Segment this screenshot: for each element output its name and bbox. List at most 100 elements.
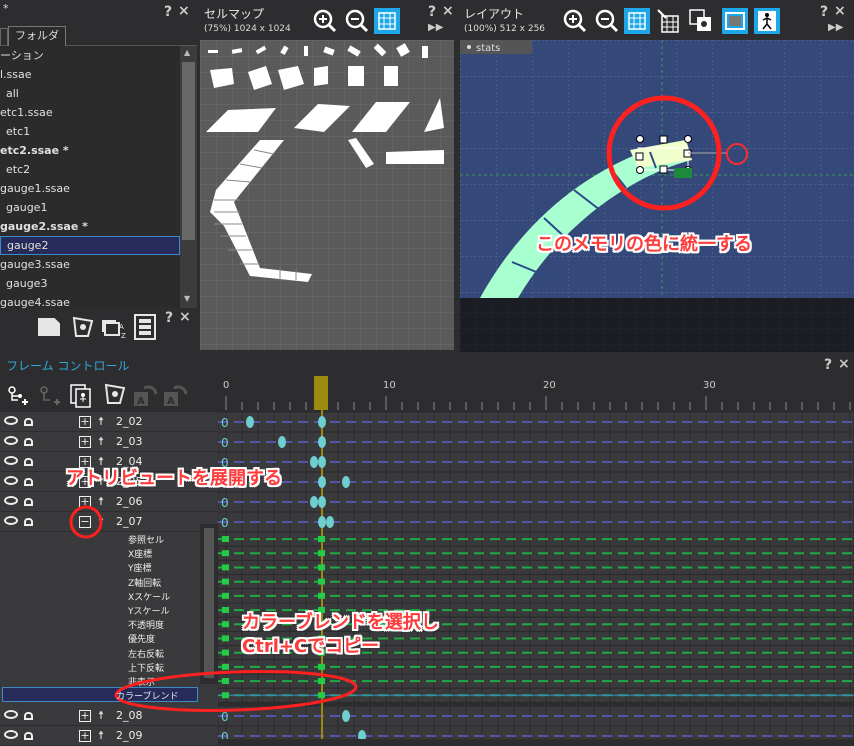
eye-icon[interactable] <box>4 710 18 719</box>
track-row[interactable]: + ☨ 2_06 <box>0 492 218 512</box>
layout-grid-toggle[interactable] <box>624 8 650 34</box>
project-item[interactable]: etc1 <box>0 122 180 141</box>
tab-previous[interactable] <box>0 28 8 46</box>
scroll-up-icon[interactable]: ▲ <box>184 48 190 57</box>
add-ssae-icon[interactable] <box>70 314 96 340</box>
bounds-icon[interactable] <box>688 8 714 34</box>
attribute-row[interactable]: Z軸回転 <box>0 574 218 589</box>
layout-close-icon[interactable]: × <box>834 3 846 19</box>
project-scrollbar[interactable]: ▲ ▼ <box>180 46 197 308</box>
tab-folder[interactable]: フォルダ <box>8 26 66 46</box>
svg-text:0: 0 <box>221 416 229 430</box>
track-row[interactable]: − ☨ 2_07 <box>0 512 218 532</box>
lock-icon[interactable] <box>24 712 33 720</box>
reference-icon[interactable] <box>68 381 94 409</box>
project-item[interactable]: gauge3.ssae <box>0 255 180 274</box>
mask-icon[interactable]: A <box>162 382 188 408</box>
ruler-label: 0 <box>223 380 229 391</box>
close-icon[interactable]: × <box>178 3 190 19</box>
lock-icon[interactable] <box>24 438 33 446</box>
grid-toggle[interactable] <box>374 8 400 34</box>
lock-icon[interactable] <box>24 498 33 506</box>
eye-icon[interactable] <box>4 416 18 425</box>
project-item[interactable]: etc2.ssae * <box>0 141 180 160</box>
lock-icon[interactable] <box>24 458 33 466</box>
layout-zoom-out-icon[interactable] <box>594 8 620 34</box>
zoom-out-icon[interactable] <box>344 8 370 34</box>
track-row[interactable]: + ☨ 2_09 <box>0 726 218 746</box>
motion-toggle[interactable] <box>754 8 780 34</box>
toolbar-close-icon[interactable]: × <box>179 309 191 325</box>
project-item[interactable]: all <box>0 84 180 103</box>
add-ssee-icon[interactable] <box>132 313 158 341</box>
project-item[interactable]: gauge3 <box>0 274 180 293</box>
instance-icon[interactable]: A <box>132 382 158 408</box>
attribute-row[interactable]: Xスケール <box>0 588 218 603</box>
expand-icon[interactable]: + <box>79 730 91 742</box>
attribute-row[interactable]: Y座標 <box>0 560 218 575</box>
pivot-grid-icon[interactable] <box>656 8 682 34</box>
project-item[interactable]: l.ssae <box>0 65 180 84</box>
expand-icon[interactable]: + <box>79 710 91 722</box>
toolbar-help-icon[interactable]: ? <box>165 310 173 326</box>
lock-icon[interactable] <box>24 418 33 426</box>
attribute-row[interactable]: 非表示 <box>0 674 218 688</box>
cellmap-canvas[interactable] <box>200 40 454 350</box>
add-ssce-icon[interactable]: AZ <box>100 316 128 340</box>
project-item[interactable]: etc1.ssae <box>0 103 180 122</box>
timeline[interactable]: 0 10 20 3000000000 <box>218 376 854 739</box>
layout-canvas[interactable]: stats <box>460 40 854 352</box>
track-scroll-thumb[interactable] <box>204 528 214 678</box>
eye-icon[interactable] <box>4 516 18 525</box>
eye-icon[interactable] <box>4 456 18 465</box>
layout-zoom-in-icon[interactable] <box>562 8 588 34</box>
attribute-row[interactable]: 不透明度 <box>0 617 218 632</box>
cellmap-help-icon[interactable]: ? <box>428 4 436 20</box>
attribute-row[interactable]: 参照セル <box>0 532 218 546</box>
eye-icon[interactable] <box>4 436 18 445</box>
frame-control-close-icon[interactable]: × <box>838 356 850 372</box>
add-part-icon[interactable] <box>6 384 30 408</box>
eye-icon[interactable] <box>4 476 18 485</box>
project-item[interactable]: gauge2 <box>0 236 180 255</box>
help-icon[interactable]: ? <box>164 4 172 20</box>
eye-icon[interactable] <box>4 496 18 505</box>
scroll-down-icon[interactable]: ▼ <box>184 294 190 303</box>
collapse-icon[interactable]: − <box>79 516 91 528</box>
scroll-thumb[interactable] <box>182 62 195 240</box>
attribute-row[interactable]: X座標 <box>0 546 218 561</box>
project-item[interactable]: gauge2.ssae * <box>0 217 180 236</box>
track-row[interactable]: + ☨ 2_03 <box>0 432 218 452</box>
person-icon <box>758 11 776 31</box>
layout-help-icon[interactable]: ? <box>820 4 828 20</box>
project-tree: ーション l.ssae all etc1.ssae etc1 etc2.ssae * etc… <box>0 46 180 308</box>
track-row[interactable]: + ☨ 2_02 <box>0 412 218 432</box>
forward-icon[interactable]: ▶▶ <box>428 22 443 33</box>
expand-icon[interactable]: + <box>79 436 91 448</box>
expand-icon[interactable]: + <box>79 416 91 428</box>
cellmap-close-icon[interactable]: × <box>442 3 454 19</box>
expand-icon[interactable]: + <box>79 496 91 508</box>
project-item[interactable]: gauge1.ssae <box>0 179 180 198</box>
lock-icon[interactable] <box>24 478 33 486</box>
project-item[interactable]: ーション <box>0 46 180 65</box>
layout-forward-icon[interactable]: ▶▶ <box>828 22 843 33</box>
project-item[interactable]: gauge4.ssae <box>0 293 180 308</box>
effect-icon[interactable] <box>102 381 128 407</box>
project-item[interactable]: etc2 <box>0 160 180 179</box>
attribute-row[interactable]: Yスケール <box>0 603 218 617</box>
eye-icon[interactable] <box>4 730 18 739</box>
track-scrollbar[interactable] <box>200 524 218 684</box>
lock-icon[interactable] <box>24 518 33 526</box>
zoom-in-icon[interactable] <box>312 8 338 34</box>
track-row[interactable]: + ☨ 2_08 <box>0 706 218 726</box>
attribute-row[interactable]: カラーブレンド <box>0 687 218 703</box>
new-file-icon[interactable] <box>38 318 60 336</box>
attribute-row[interactable]: 左右反転 <box>0 645 218 660</box>
project-item[interactable]: gauge1 <box>0 198 180 217</box>
frame-control-help-icon[interactable]: ? <box>824 357 832 373</box>
attribute-row[interactable]: 優先度 <box>0 631 218 646</box>
attribute-row[interactable]: 上下反転 <box>0 659 218 674</box>
frame-toggle[interactable] <box>722 8 748 34</box>
add-null-icon[interactable] <box>38 384 62 408</box>
